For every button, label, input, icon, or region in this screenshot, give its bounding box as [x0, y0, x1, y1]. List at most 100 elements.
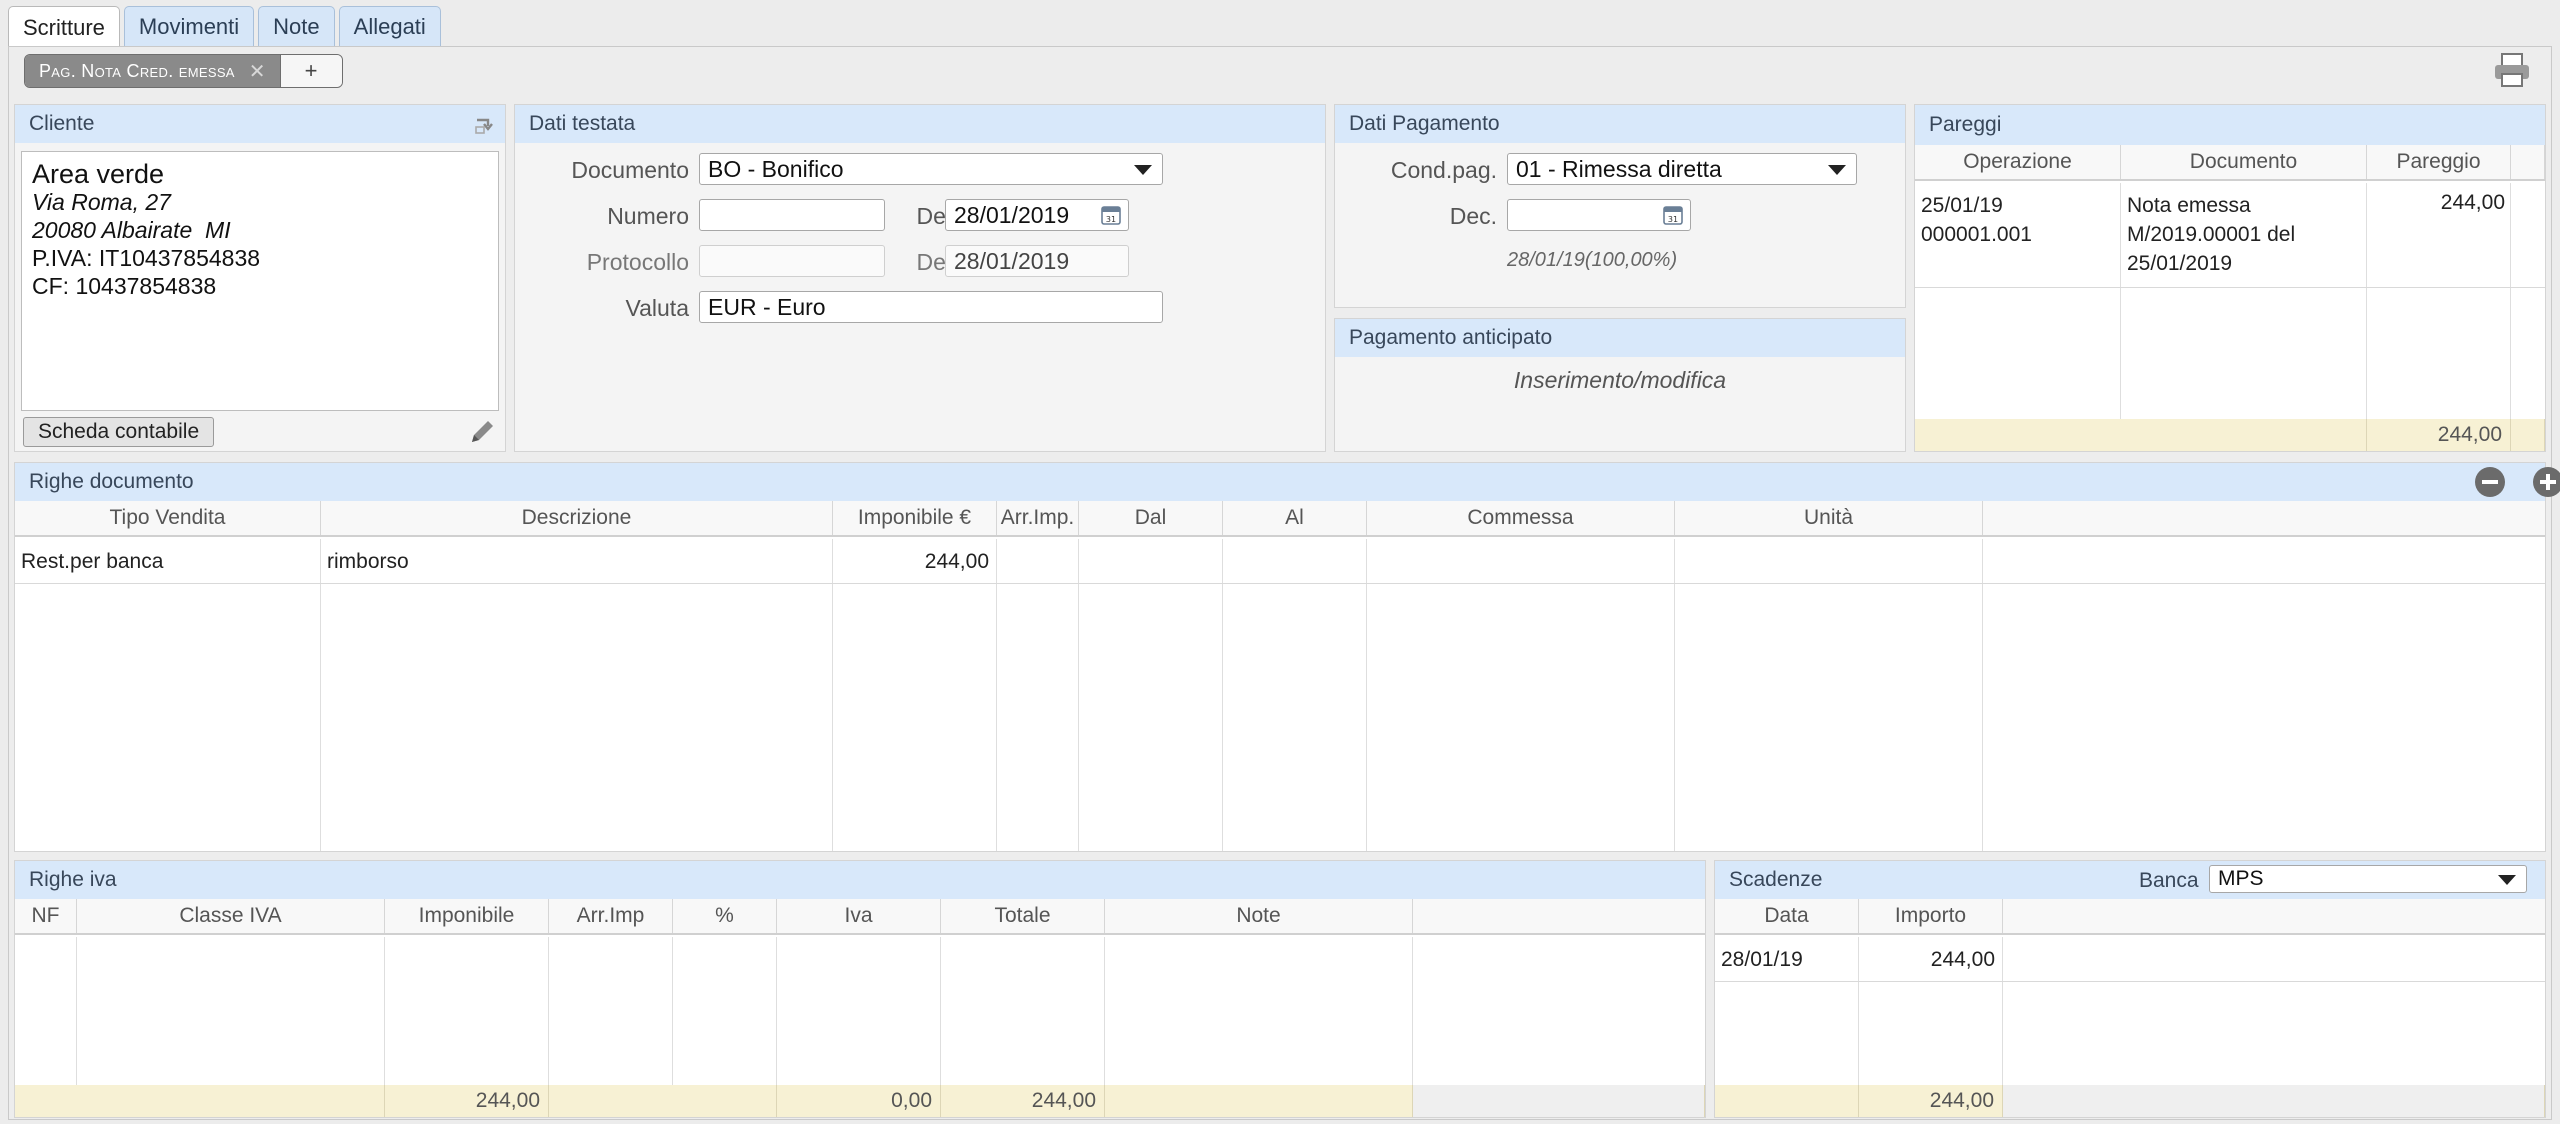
protocollo-field — [699, 245, 885, 277]
anticipato-panel: Pagamento anticipato Inserimento/modific… — [1334, 318, 1906, 452]
svg-text:31: 31 — [1106, 215, 1116, 224]
tab-scritture[interactable]: Scritture — [8, 6, 120, 48]
anticipato-edit-link[interactable]: Inserimento/modifica — [1335, 367, 1905, 394]
col-commessa[interactable]: Commessa — [1367, 501, 1675, 535]
scadenze-total: 244,00 — [1859, 1085, 2003, 1117]
pareggio-importo: 244,00 — [2440, 191, 2505, 214]
tab-note[interactable]: Note — [258, 6, 335, 46]
remove-row-button[interactable] — [2475, 467, 2505, 497]
iva-col-spacer — [1413, 899, 1705, 933]
testata-title: Dati testata — [529, 112, 636, 135]
scadenze-title: Scadenze — [1729, 868, 1823, 891]
scad-col-data[interactable]: Data — [1715, 899, 1859, 933]
iva-col-arr-imp[interactable]: Arr.Imp — [549, 899, 673, 933]
col-unita[interactable]: Unità — [1675, 501, 1983, 535]
pareggi-panel: Pareggi Operazione Documento Pareggio 25… — [1914, 104, 2546, 452]
numero-field[interactable] — [699, 199, 885, 231]
cliente-piva: P.IVA: IT10437854838 — [32, 245, 261, 271]
iva-col-percent[interactable]: % — [673, 899, 777, 933]
add-row-button[interactable] — [2533, 467, 2560, 497]
iva-total-iva: 0,00 — [777, 1085, 941, 1117]
pareggi-header: Pareggi — [1915, 105, 2545, 145]
righe-documento-grid: Tipo Vendita Descrizione Imponibile € Ar… — [15, 501, 2545, 851]
col-imponibile[interactable]: Imponibile € — [833, 501, 997, 535]
scheda-contabile-button[interactable]: Scheda contabile — [23, 417, 215, 447]
table-row[interactable]: 28/01/19 244,00 — [1715, 937, 2545, 981]
righe-iva-title: Righe iva — [29, 868, 117, 891]
col-dal[interactable]: Dal — [1079, 501, 1223, 535]
col-spacer — [1983, 501, 2545, 535]
pareggi-total-row: 244,00 — [1915, 419, 2545, 451]
col-descrizione[interactable]: Descrizione — [321, 501, 833, 535]
iva-col-classe[interactable]: Classe IVA — [77, 899, 385, 933]
iva-total-imponibile: 244,00 — [385, 1085, 549, 1117]
scadenze-total-row: 244,00 — [1715, 1085, 2545, 1117]
pareggi-col-documento[interactable]: Documento — [2121, 145, 2367, 179]
documento-label: Documento — [571, 157, 689, 183]
table-row[interactable]: Rest.per banca rimborso 244,00 — [15, 539, 2545, 583]
cond-pag-select[interactable]: 01 - Rimessa diretta — [1507, 153, 1857, 185]
testata-header: Dati testata — [515, 105, 1325, 143]
cond-pag-value: 01 - Rimessa diretta — [1516, 155, 1722, 182]
iva-col-totale[interactable]: Totale — [941, 899, 1105, 933]
svg-text:31: 31 — [1668, 215, 1678, 224]
row-descrizione: rimborso — [327, 550, 409, 573]
col-al[interactable]: Al — [1223, 501, 1367, 535]
iva-col-note[interactable]: Note — [1105, 899, 1413, 933]
chevron-down-icon — [2498, 875, 2516, 885]
tab-allegati[interactable]: Allegati — [338, 6, 441, 46]
iva-col-imponibile[interactable]: Imponibile — [385, 899, 549, 933]
cliente-city: 20080 Albairate MI — [32, 217, 231, 243]
iva-col-nf[interactable]: NF — [15, 899, 77, 933]
cliente-cf: CF: 10437854838 — [32, 273, 217, 299]
pareggi-col-operazione[interactable]: Operazione — [1915, 145, 2121, 179]
righe-iva-header: Righe iva — [15, 861, 1705, 899]
minus-icon — [2482, 480, 2498, 484]
printer-icon[interactable] — [2492, 52, 2532, 88]
valuta-field[interactable]: EUR - Euro — [699, 291, 1163, 323]
pagamento-panel: Dati Pagamento Cond.pag. 01 - Rimessa di… — [1334, 104, 1906, 308]
banca-select[interactable]: MPS — [2209, 865, 2527, 893]
righe-iva-panel: Righe iva NF Classe IVA Imponibile Arr.I… — [14, 860, 1706, 1118]
scad-col-importo[interactable]: Importo — [1859, 899, 2003, 933]
cliente-title: Cliente — [29, 112, 95, 135]
pagamento-header: Dati Pagamento — [1335, 105, 1905, 143]
refresh-icon[interactable] — [473, 114, 495, 136]
dec-field[interactable]: 31 — [1507, 199, 1691, 231]
scad-col-spacer — [2003, 899, 2545, 933]
cliente-street: Via Roma, 27 — [32, 189, 171, 215]
righe-iva-total-row: 244,00 0,00 244,00 — [15, 1085, 1705, 1117]
schedule-note: 28/01/19(100,00%) — [1507, 249, 1678, 271]
protocollo-del-label: Del — [916, 249, 951, 275]
pareggi-col-pareggio[interactable]: Pareggio — [2367, 145, 2511, 179]
operation-pill-active[interactable]: Pag. Nota Cred. emessa ✕ — [25, 55, 280, 87]
operation-pill-label: Pag. Nota Cred. emessa — [39, 60, 235, 81]
table-row[interactable]: 25/01/19 000001.001 Nota emessa M/2019.000… — [1915, 183, 2545, 287]
cliente-panel: Cliente Area verde Via Roma, 27 20080 Al… — [14, 104, 506, 452]
iva-col-iva[interactable]: Iva — [777, 899, 941, 933]
documento-select[interactable]: BO - Bonifico — [699, 153, 1163, 185]
close-icon[interactable]: ✕ — [249, 59, 266, 84]
tab-bar: Scritture Movimenti Note Allegati — [8, 6, 441, 48]
numero-date-field[interactable]: 28/01/2019 31 — [945, 199, 1129, 231]
scad-row-importo: 244,00 — [1930, 948, 1995, 971]
dec-label: Dec. — [1449, 203, 1497, 229]
righe-documento-grid-columns — [15, 539, 2545, 851]
calendar-icon[interactable]: 31 — [1662, 204, 1684, 226]
scadenze-grid: Data Importo 28/01/19 244,00 244,00 — [1715, 899, 2545, 1117]
righe-iva-grid: NF Classe IVA Imponibile Arr.Imp % Iva T… — [15, 899, 1705, 1117]
tab-movimenti[interactable]: Movimenti — [123, 6, 255, 46]
col-tipo-vendita[interactable]: Tipo Vendita — [15, 501, 321, 535]
scadenze-panel: Scadenze Banca MPS Data Importo 28/01/19… — [1714, 860, 2546, 1118]
pareggio-documento: Nota emessa M/2019.00001 del 25/01/2019 — [2127, 194, 2296, 275]
righe-iva-grid-columns — [15, 937, 1705, 1085]
protocollo-date-field: 28/01/2019 — [945, 245, 1129, 277]
pencil-icon[interactable] — [467, 417, 497, 447]
pagamento-title: Dati Pagamento — [1349, 112, 1500, 135]
pareggio-operazione: 25/01/19 000001.001 — [1921, 194, 2032, 246]
add-operation-button[interactable]: + — [279, 55, 342, 87]
calendar-icon[interactable]: 31 — [1100, 204, 1122, 226]
pareggi-col-spacer — [2511, 145, 2545, 179]
banca-label: Banca — [2139, 869, 2199, 892]
col-arr-imp[interactable]: Arr.Imp. — [997, 501, 1079, 535]
